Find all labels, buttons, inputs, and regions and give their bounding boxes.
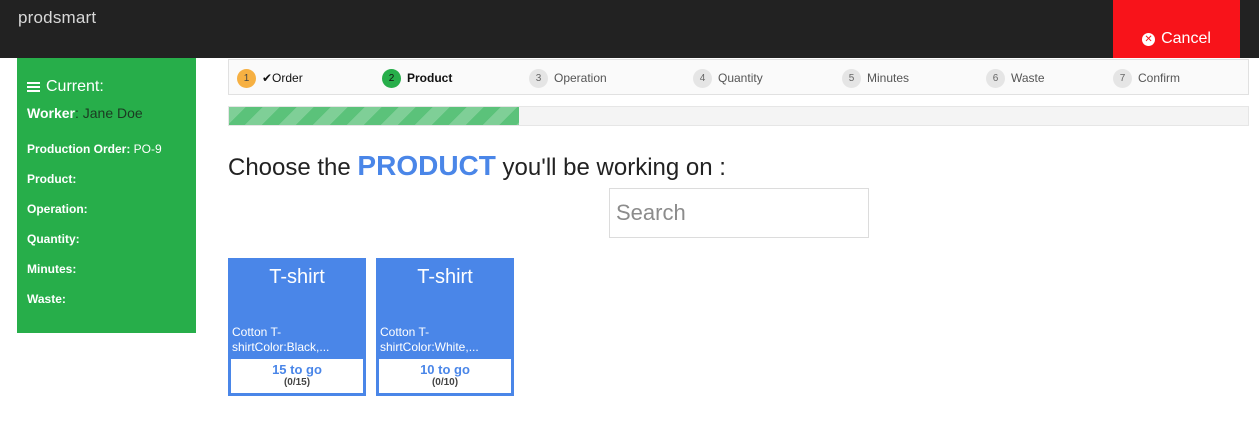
step-label: Quantity	[718, 71, 763, 85]
step-label: Waste	[1011, 71, 1045, 85]
product-remaining: 10 to go (0/10)	[379, 359, 511, 393]
product-row: Product:	[27, 164, 186, 194]
cancel-button[interactable]: ✕ Cancel	[1113, 0, 1240, 58]
waste-label: Waste:	[27, 292, 66, 306]
step-number: 5	[842, 68, 861, 88]
step-minutes[interactable]: 5 Minutes	[842, 68, 909, 88]
done-count: (0/15)	[283, 377, 311, 388]
cancel-label: Cancel	[1161, 30, 1211, 47]
step-order[interactable]: 1 ✔Order	[237, 68, 303, 88]
progress-bar	[228, 106, 1249, 126]
to-go-label: 10 to go	[420, 362, 470, 377]
product-remaining: 15 to go (0/15)	[231, 359, 363, 393]
step-label: ✔Order	[262, 71, 303, 85]
quantity-label: Quantity:	[27, 232, 80, 246]
step-number: 3	[529, 68, 548, 88]
page-heading: Choose the PRODUCT you'll be working on …	[228, 150, 726, 182]
current-title-label: Current:	[46, 78, 104, 95]
product-description-line: Cotton T-	[380, 325, 430, 339]
product-card[interactable]: T-shirt Cotton T- shirtColor:Black,... 1…	[228, 258, 366, 396]
worker-value: : Jane Doe	[74, 105, 143, 121]
brand-logo[interactable]: prodsmart	[18, 8, 96, 28]
current-info-panel: Current: Worker: Jane Doe Production Ord…	[17, 58, 196, 333]
step-number: 2	[382, 68, 401, 88]
current-title[interactable]: Current:	[27, 78, 186, 96]
worker-row: Worker: Jane Doe	[27, 104, 186, 134]
operation-row: Operation:	[27, 194, 186, 224]
step-label: Product	[407, 71, 453, 85]
product-title: T-shirt	[417, 266, 473, 288]
step-product[interactable]: 2 Product	[382, 68, 452, 88]
to-go-label: 15 to go	[272, 362, 322, 377]
product-label: Product:	[27, 172, 77, 186]
minutes-label: Minutes:	[27, 262, 77, 276]
product-description-line: shirtColor:White,...	[380, 340, 479, 354]
step-label: Minutes	[867, 71, 910, 85]
wizard-steps: 1 ✔Order 2 Product 3 Operation 4 Quantit…	[228, 59, 1249, 95]
step-operation[interactable]: 3 Operation	[529, 68, 607, 88]
step-quantity[interactable]: 4 Quantity	[693, 68, 763, 88]
operation-label: Operation:	[27, 202, 88, 216]
production-order-value: PO-9	[130, 142, 162, 156]
step-number: 1	[237, 68, 256, 88]
product-card[interactable]: T-shirt Cotton T- shirtColor:White,... 1…	[376, 258, 514, 396]
worker-label: Worker	[27, 105, 75, 121]
product-description: Cotton T- shirtColor:Black,...	[232, 325, 362, 355]
minutes-row: Minutes:	[27, 254, 186, 284]
step-number: 7	[1113, 68, 1132, 88]
step-number: 4	[693, 68, 712, 88]
quantity-row: Quantity:	[27, 224, 186, 254]
progress-fill	[229, 107, 520, 125]
step-label: Operation	[554, 71, 607, 85]
production-order-label: Production Order:	[27, 142, 131, 156]
product-title: T-shirt	[269, 266, 325, 288]
step-waste[interactable]: 6 Waste	[986, 68, 1045, 88]
waste-row: Waste:	[27, 284, 186, 314]
menu-icon	[27, 80, 40, 94]
top-bar: prodsmart ✕ Cancel	[0, 0, 1259, 58]
done-count: (0/10)	[431, 377, 459, 388]
step-confirm[interactable]: 7 Confirm	[1113, 68, 1180, 88]
step-label: Confirm	[1138, 71, 1181, 85]
product-description-line: Cotton T-	[232, 325, 282, 339]
close-circle-icon: ✕	[1142, 33, 1156, 46]
search-input[interactable]	[609, 188, 869, 238]
product-description-line: shirtColor:Black,...	[232, 340, 330, 354]
heading-emphasis: PRODUCT	[357, 150, 496, 181]
step-number: 6	[986, 68, 1005, 88]
product-description: Cotton T- shirtColor:White,...	[380, 325, 510, 355]
heading-suffix: you'll be working on :	[495, 154, 726, 181]
heading-prefix: Choose the	[228, 154, 358, 181]
production-order-row: Production Order: PO-9	[27, 134, 186, 164]
